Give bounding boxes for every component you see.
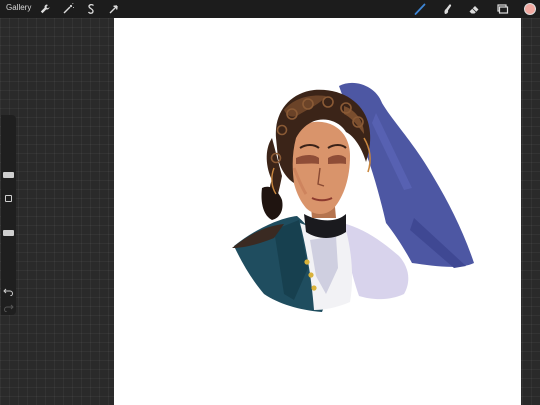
opacity-slider[interactable] xyxy=(3,230,14,236)
magic-wand-icon[interactable] xyxy=(61,2,75,16)
redo-icon[interactable] xyxy=(3,303,14,312)
selection-icon[interactable] xyxy=(84,2,98,16)
layers-icon[interactable] xyxy=(495,2,509,16)
undo-icon[interactable] xyxy=(3,287,14,296)
brush-icon[interactable] xyxy=(413,2,427,16)
transform-arrow-icon[interactable] xyxy=(107,2,121,16)
portrait-artwork xyxy=(232,82,474,312)
left-sidebar xyxy=(1,115,16,315)
brush-size-slider[interactable] xyxy=(3,172,14,178)
eraser-icon[interactable] xyxy=(467,2,481,16)
gallery-button[interactable]: Gallery xyxy=(6,3,31,12)
drawing-canvas[interactable] xyxy=(114,18,521,405)
smudge-icon[interactable] xyxy=(440,2,454,16)
modify-button[interactable] xyxy=(5,195,12,202)
top-toolbar: Gallery xyxy=(0,0,540,18)
color-picker-button[interactable] xyxy=(524,3,536,15)
wrench-icon[interactable] xyxy=(38,2,52,16)
